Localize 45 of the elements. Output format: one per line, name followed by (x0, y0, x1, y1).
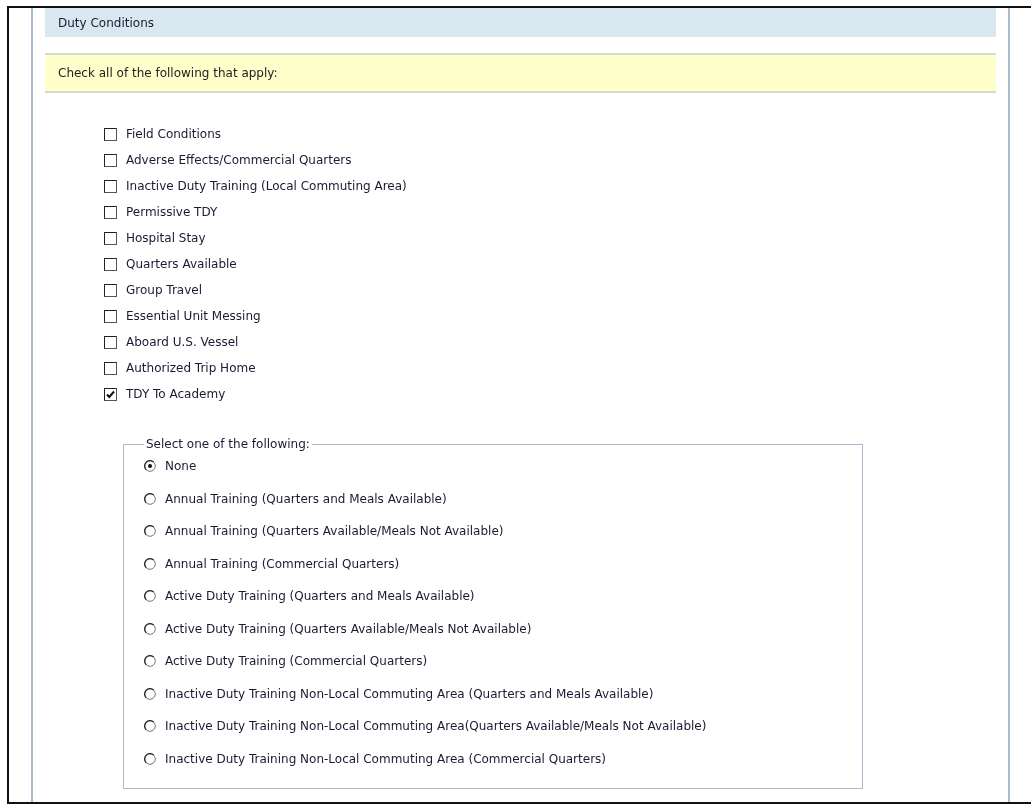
radio-label: Active Duty Training (Quarters and Meals Available) (165, 589, 475, 603)
radio-button[interactable] (144, 622, 156, 635)
radio-button[interactable] (144, 752, 156, 765)
radio-button[interactable] (144, 687, 156, 700)
checkbox[interactable] (104, 205, 117, 219)
radio-button[interactable] (144, 525, 156, 537)
checkbox-label: Adverse Effects/Commercial Quarters (126, 153, 352, 167)
radio-button[interactable] (144, 492, 156, 505)
radio-label: Active Duty Training (Commercial Quarters) (165, 654, 428, 668)
radio-button[interactable] (144, 460, 156, 472)
checkbox[interactable] (104, 257, 117, 271)
checkbox-label: Inactive Duty Training (Local Commuting Area) (126, 179, 407, 193)
radio-button[interactable] (144, 557, 156, 570)
checkbox-label: Aboard U.S. Vessel (126, 335, 239, 349)
checkbox[interactable] (104, 127, 117, 141)
checkbox-label: Authorized Trip Home (126, 361, 256, 375)
checkbox-label: Hospital Stay (126, 231, 206, 245)
checkbox[interactable] (104, 283, 117, 297)
radio-button[interactable] (144, 720, 156, 732)
instruction-text: Check all of the following that apply: (58, 66, 278, 80)
checkbox-label: TDY To Academy (126, 387, 226, 401)
radio-button[interactable] (144, 590, 156, 602)
checkbox-label: Field Conditions (126, 127, 222, 141)
checkbox-label: Essential Unit Messing (126, 309, 261, 323)
checkbox-label: Group Travel (126, 283, 203, 297)
radio-label: Active Duty Training (Quarters Available/Meals Not Available) (165, 621, 532, 636)
radio-label: Annual Training (Quarters Available/Meals Not Available) (165, 524, 504, 538)
radio-label: Annual Training (Commercial Quarters) (165, 556, 400, 571)
checkbox[interactable] (104, 153, 117, 167)
group-legend: Select one of the following: (144, 437, 312, 451)
radio-button[interactable] (144, 655, 156, 667)
checkbox[interactable] (104, 231, 117, 245)
checkbox[interactable] (104, 387, 117, 401)
checkbox-label: Quarters Available (126, 257, 237, 271)
radio-label: Annual Training (Quarters and Meals Available) (165, 491, 447, 506)
checkbox-label: Permissive TDY (126, 205, 218, 219)
radio-label: None (165, 459, 197, 473)
checkbox[interactable] (104, 309, 117, 323)
section-title: Duty Conditions (58, 15, 154, 30)
radio-label: Inactive Duty Training Non-Local Commuting Area(Quarters Available/Meals Not Available) (165, 719, 707, 733)
checkbox[interactable] (104, 335, 117, 349)
radio-label: Inactive Duty Training Non-Local Commuting Area (Quarters and Meals Available) (165, 686, 654, 701)
radio-label: Inactive Duty Training Non-Local Commuting Area (Commercial Quarters) (165, 751, 606, 766)
checkbox[interactable] (104, 361, 117, 375)
checkbox[interactable] (104, 179, 117, 193)
